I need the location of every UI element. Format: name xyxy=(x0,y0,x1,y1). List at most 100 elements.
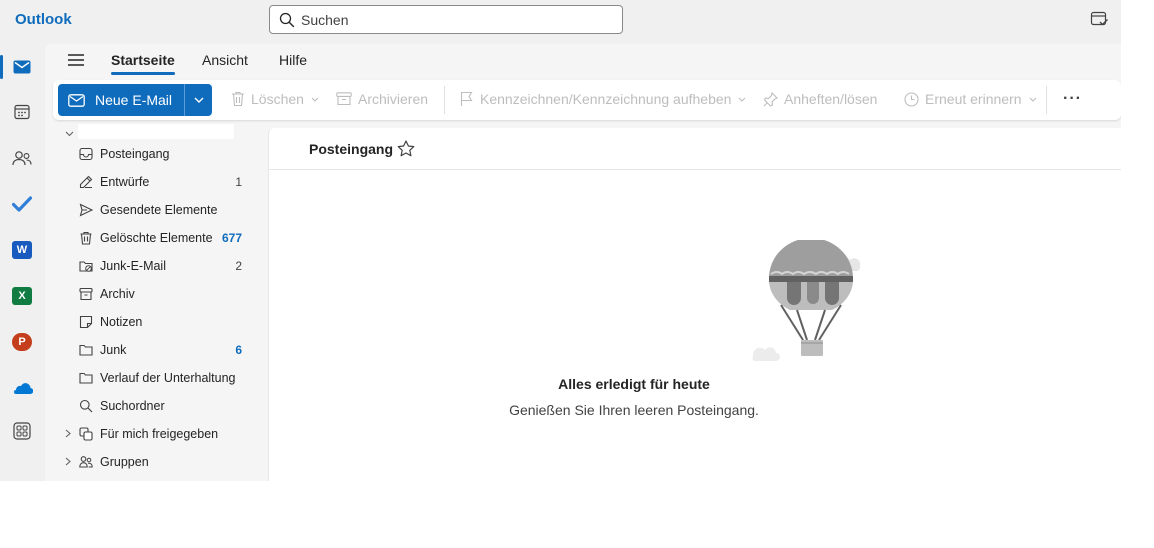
chevron-down-icon xyxy=(194,97,204,103)
folder-icon xyxy=(79,372,93,384)
new-mail-dropdown[interactable] xyxy=(184,84,213,116)
trash-icon xyxy=(232,91,244,107)
flag-icon xyxy=(460,91,473,106)
powerpoint-icon[interactable]: P xyxy=(8,328,36,356)
snooze-button[interactable]: Erneut erinnern xyxy=(904,91,1043,107)
groups-icon xyxy=(79,456,93,468)
hot-air-balloon-illustration xyxy=(752,240,861,361)
calendar-icon[interactable] xyxy=(8,98,36,126)
archive-icon xyxy=(79,287,93,301)
tab-hilfe[interactable]: Hilfe xyxy=(279,52,307,68)
trash-icon xyxy=(80,231,92,245)
new-mail-label: Neue E-Mail xyxy=(95,92,173,108)
folder-sent[interactable]: Gesendete Elemente xyxy=(45,196,268,224)
tab-ansicht[interactable]: Ansicht xyxy=(202,52,248,68)
sent-icon xyxy=(79,203,93,217)
star-icon[interactable] xyxy=(397,140,415,162)
folder-label: Verlauf der Unterhaltung xyxy=(100,371,236,385)
ribbon-divider xyxy=(1046,86,1047,114)
folder-label: Für mich freigegeben xyxy=(100,427,219,441)
more-options-button[interactable]: ··· xyxy=(1063,90,1082,108)
excel-letter: X xyxy=(12,287,32,305)
delete-button[interactable]: Löschen xyxy=(231,91,325,107)
pin-icon xyxy=(763,91,778,107)
folder-label: Entwürfe xyxy=(100,175,150,189)
calendar-check-icon[interactable] xyxy=(1090,10,1110,33)
ribbon-tabs: Startseite Ansicht Hilfe xyxy=(45,44,1121,80)
chevron-right-icon[interactable] xyxy=(65,429,71,438)
app-rail: W X P xyxy=(0,44,44,481)
ribbon-divider xyxy=(444,86,445,114)
folder-notes[interactable]: Notizen xyxy=(45,308,268,336)
folder-groups[interactable]: Gruppen xyxy=(45,448,268,476)
onedrive-icon[interactable] xyxy=(8,374,36,402)
chevron-right-icon[interactable] xyxy=(65,457,71,466)
excel-icon[interactable]: X xyxy=(8,282,36,310)
apps-icon[interactable] xyxy=(8,417,36,445)
empty-state-subtitle: Genießen Sie Ihren leeren Posteingang. xyxy=(509,402,759,418)
folder-deleted[interactable]: Gelöschte Elemente 677 xyxy=(45,224,268,252)
new-mail-button-group: Neue E-Mail xyxy=(58,84,213,116)
hamburger-icon[interactable] xyxy=(67,53,85,71)
clock-icon xyxy=(904,91,919,107)
folder-title: Posteingang xyxy=(309,141,394,157)
folder-junk[interactable]: Junk 6 xyxy=(45,336,268,364)
folder-icon xyxy=(79,344,93,356)
new-mail-button[interactable]: Neue E-Mail xyxy=(58,84,185,116)
search-box[interactable] xyxy=(269,5,623,34)
outlook-app: Outlook W X P xyxy=(0,0,1121,481)
folder-inbox[interactable]: Posteingang xyxy=(45,140,268,168)
ribbon-toolbar: Neue E-Mail Löschen Archivieren Kennzeic… xyxy=(53,80,1121,120)
shared-icon xyxy=(79,427,93,441)
folder-label: Gelöschte Elemente xyxy=(100,231,213,245)
tab-startseite[interactable]: Startseite xyxy=(111,52,175,75)
inbox-icon xyxy=(79,147,93,161)
people-icon[interactable] xyxy=(8,144,36,172)
app-brand[interactable]: Outlook xyxy=(15,11,72,28)
search-folder-icon xyxy=(79,399,93,413)
search-input[interactable] xyxy=(301,10,601,29)
chevron-down-icon xyxy=(739,97,746,102)
folder-drafts[interactable]: Entwürfe 1 xyxy=(45,168,268,196)
pin-button[interactable]: Anheften/lösen xyxy=(763,91,877,107)
message-list-header: Posteingang xyxy=(269,128,1121,170)
folder-conversation-history[interactable]: Verlauf der Unterhaltung xyxy=(45,364,268,392)
account-name[interactable] xyxy=(78,124,234,139)
folder-label: Gruppen xyxy=(100,455,149,469)
folder-label: Archiv xyxy=(100,287,135,301)
powerpoint-letter: P xyxy=(12,333,32,351)
empty-state-title: Alles erledigt für heute xyxy=(558,376,710,392)
folder-count: 2 xyxy=(235,259,242,273)
flag-label: Kennzeichnen/Kennzeichnung aufheben xyxy=(480,91,732,107)
folder-shared-with-me[interactable]: Für mich freigegeben xyxy=(45,420,268,448)
pin-label: Anheften/lösen xyxy=(784,91,878,107)
word-icon[interactable]: W xyxy=(8,236,36,264)
archive-icon xyxy=(336,92,352,106)
word-letter: W xyxy=(12,241,32,259)
folder-archive[interactable]: Archiv xyxy=(45,280,268,308)
mail-icon[interactable] xyxy=(0,53,36,81)
folder-count: 1 xyxy=(235,175,242,189)
folder-label: Posteingang xyxy=(100,147,170,161)
main-area: Startseite Ansicht Hilfe Neue E-Mail Lös… xyxy=(45,44,1121,481)
notes-icon xyxy=(79,315,93,329)
folder-label: Gesendete Elemente xyxy=(100,203,218,217)
folder-junk-email[interactable]: Junk-E-Mail 2 xyxy=(45,252,268,280)
todo-icon[interactable] xyxy=(8,190,36,218)
chevron-down-icon xyxy=(311,97,319,102)
drafts-icon xyxy=(79,175,93,189)
folder-pane: Posteingang Entwürfe 1 Gesendete Element… xyxy=(45,124,268,481)
folder-label: Suchordner xyxy=(100,399,165,413)
folder-search-folders[interactable]: Suchordner xyxy=(45,392,268,420)
archive-button[interactable]: Archivieren xyxy=(336,91,428,107)
folder-label: Notizen xyxy=(100,315,143,329)
message-list: Posteingang Alles erledigt für heute Gen… xyxy=(268,128,1121,481)
mail-icon xyxy=(68,93,85,107)
snooze-label: Erneut erinnern xyxy=(925,91,1022,107)
delete-label: Löschen xyxy=(251,91,304,107)
folder-label: Junk-E-Mail xyxy=(100,259,166,273)
search-icon xyxy=(279,12,295,28)
flag-button[interactable]: Kennzeichnen/Kennzeichnung aufheben xyxy=(460,91,752,107)
folder-count: 677 xyxy=(221,231,242,245)
junk-icon xyxy=(79,261,93,272)
